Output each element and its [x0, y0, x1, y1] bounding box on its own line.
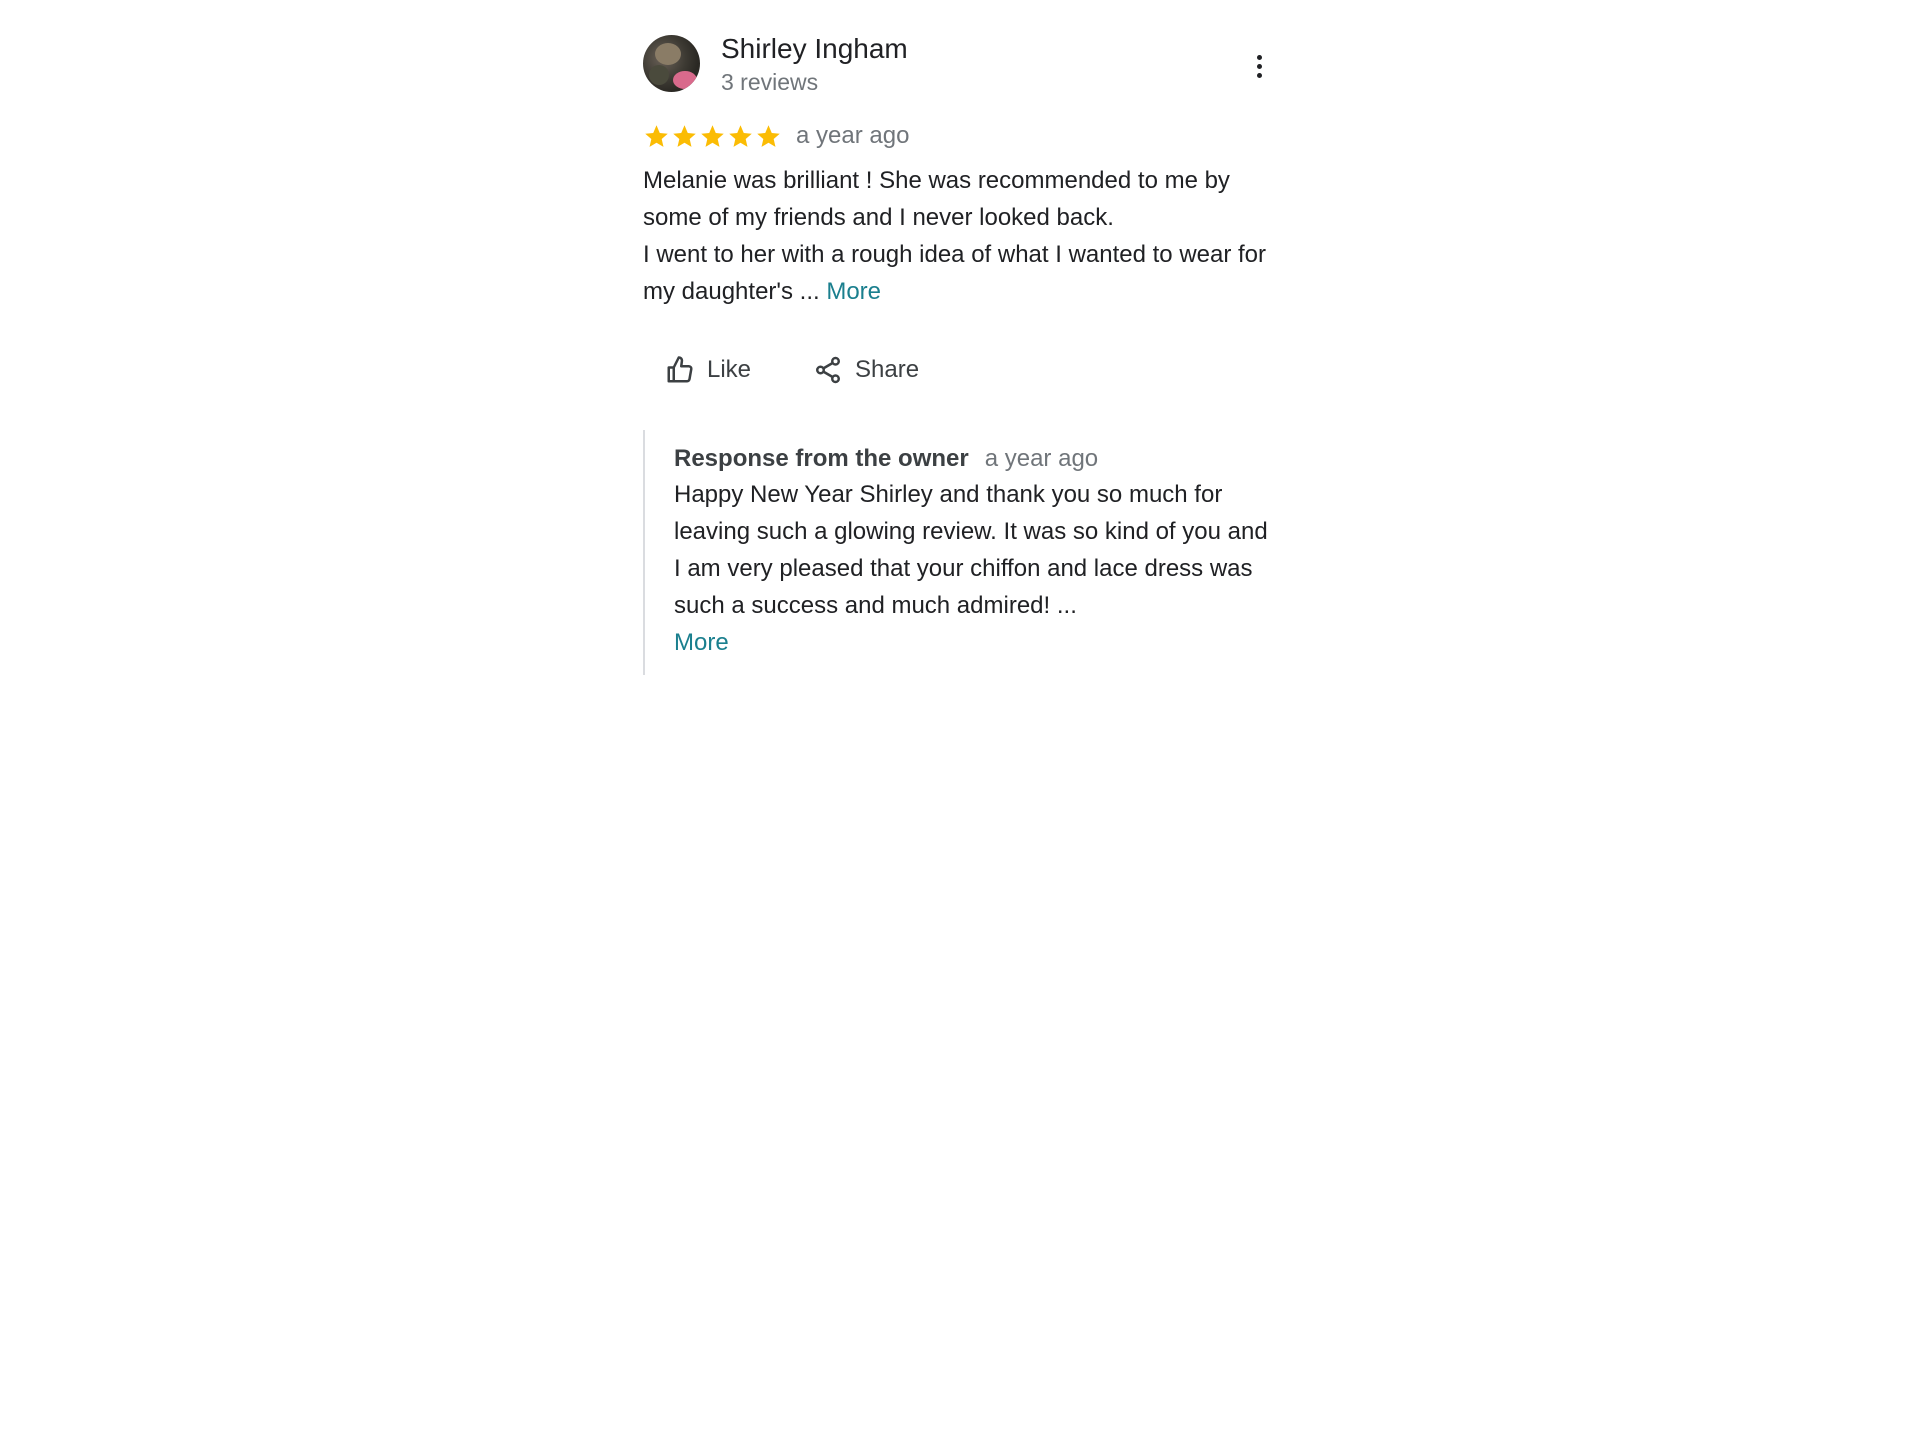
star-icon	[673, 124, 696, 147]
owner-response-title: Response from the owner	[674, 445, 969, 472]
review-date: a year ago	[796, 122, 910, 149]
avatar[interactable]	[643, 35, 700, 92]
share-icon	[816, 356, 841, 384]
review-more-link[interactable]: More	[826, 278, 881, 305]
star-icon	[757, 124, 780, 147]
star-icon	[729, 124, 752, 147]
reviewer-name[interactable]: Shirley Ingham	[721, 32, 908, 66]
like-button[interactable]: Like	[665, 355, 751, 385]
thumb-up-icon	[667, 356, 693, 383]
star-rating	[643, 123, 782, 150]
star-icon	[701, 124, 724, 147]
like-label: Like	[707, 356, 752, 383]
share-label: Share	[855, 356, 920, 383]
review-header: Shirley Ingham 3 reviews	[643, 32, 1275, 96]
review-text-line: Melanie was brilliant ! She was recommen…	[643, 167, 1230, 231]
rating-row: a year ago	[643, 120, 1275, 152]
review-count[interactable]: 3 reviews	[721, 68, 818, 96]
owner-response-body: Happy New Year Shirley and thank you so …	[674, 481, 1268, 619]
review-text-line: I went to her with a rough idea of what …	[643, 236, 1275, 310]
share-button[interactable]: Share	[813, 355, 919, 385]
more-vert-icon[interactable]	[1243, 48, 1275, 84]
review-actions: Like Share	[643, 352, 1275, 388]
owner-response-text: Happy New Year Shirley and thank you so …	[674, 476, 1274, 661]
owner-response-more-link[interactable]: More	[674, 624, 1274, 661]
review-text-truncated: I went to her with a rough idea of what …	[643, 241, 1267, 305]
review-text: Melanie was brilliant ! She was recommen…	[643, 162, 1275, 310]
owner-response-date: a year ago	[984, 445, 1099, 472]
star-icon	[645, 124, 668, 147]
owner-response-header: Response from the owner a year ago	[674, 430, 1275, 476]
review-card: Shirley Ingham 3 reviews a year ago Mela…	[643, 32, 1275, 675]
owner-response: Response from the owner a year ago Happy…	[643, 430, 1275, 675]
